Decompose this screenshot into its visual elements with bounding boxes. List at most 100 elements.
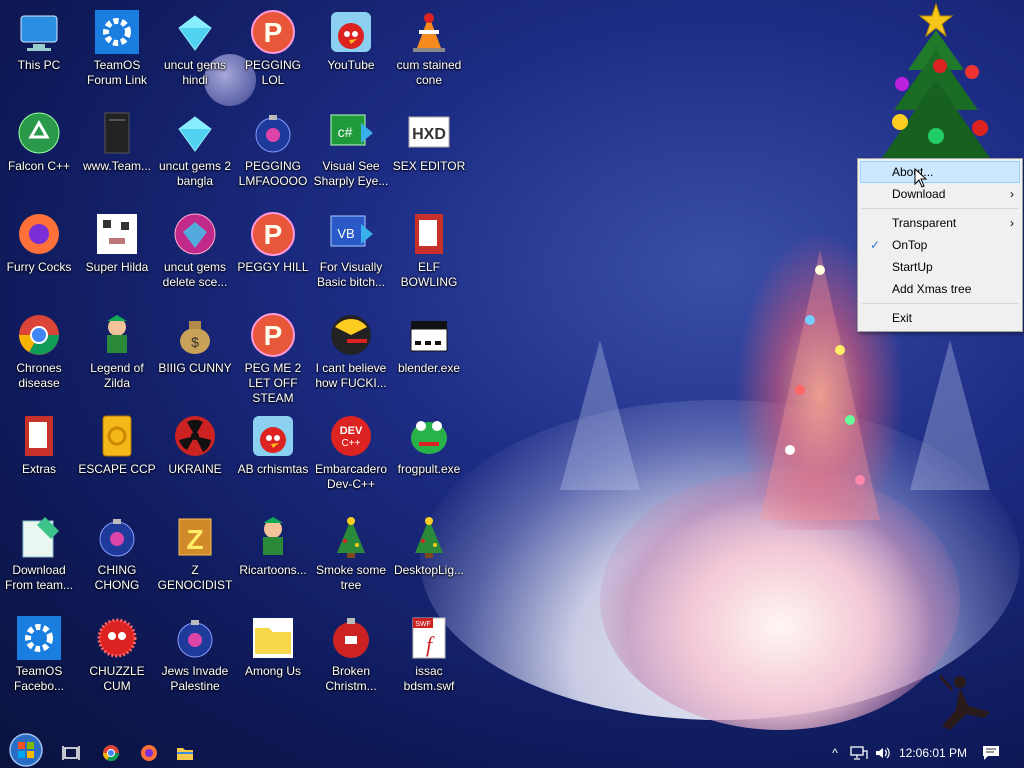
desktop-icon[interactable]: DEV C++ Embarcadero Dev-C++ bbox=[312, 404, 390, 492]
desktop-icon[interactable]: HXD SEX EDITOR bbox=[390, 101, 468, 174]
desktop-icon[interactable]: ELF BOWLING bbox=[390, 202, 468, 290]
desktop-icon[interactable]: Chrones disease bbox=[0, 303, 78, 391]
menu-item-download[interactable]: Download › bbox=[858, 183, 1022, 205]
menu-item-transparent[interactable]: Transparent › bbox=[858, 212, 1022, 234]
desktop-icon[interactable]: P PEGGY HILL bbox=[234, 202, 312, 275]
menu-item-startup[interactable]: StartUp bbox=[858, 256, 1022, 278]
desktop-icon[interactable]: CHUZZLE CUM bbox=[78, 606, 156, 694]
desktop-icon-label: Download From team... bbox=[4, 563, 73, 592]
desktop-icon[interactable]: VB For Visually Basic bitch... bbox=[312, 202, 390, 290]
desktop-icon[interactable]: Among Us bbox=[234, 606, 312, 679]
swf-icon: SWF f bbox=[405, 614, 453, 662]
desktop-icon[interactable]: Smoke some tree bbox=[312, 505, 390, 593]
network-button[interactable] bbox=[848, 740, 870, 766]
desktop-icon[interactable]: Furry Cocks bbox=[0, 202, 78, 275]
gear-icon bbox=[15, 614, 63, 662]
desktop-icon[interactable]: DesktopLig... bbox=[390, 505, 468, 578]
desktop-icon-label: uncut gems delete sce... bbox=[162, 260, 228, 289]
volume-button[interactable] bbox=[872, 740, 894, 766]
desktop-icon[interactable]: I cant believe how FUCKI... bbox=[312, 303, 390, 391]
desktop-icon[interactable]: P PEG ME 2 LET OFF STEAM bbox=[234, 303, 312, 406]
desktop-icon[interactable]: www.Team... bbox=[78, 101, 156, 174]
desktop-icon[interactable]: $ BIIIG CUNNY bbox=[156, 303, 234, 376]
desktop-icon[interactable]: uncut gems delete sce... bbox=[156, 202, 234, 290]
clock[interactable]: 12:06:01 PM bbox=[898, 740, 968, 766]
bomb-icon bbox=[249, 109, 297, 157]
desktop-icon[interactable]: cum stained cone bbox=[390, 0, 468, 88]
menu-item-exit[interactable]: Exit bbox=[858, 307, 1022, 329]
moneybag-icon: $ bbox=[171, 311, 219, 359]
desktop-icon[interactable]: YouTube bbox=[312, 0, 390, 73]
tray-overflow-button[interactable]: ^ bbox=[826, 740, 844, 766]
notification-icon bbox=[983, 746, 999, 760]
desktop-icon[interactable]: This PC bbox=[0, 0, 78, 73]
desktop-icon[interactable]: Ricartoons... bbox=[234, 505, 312, 578]
desktop-icon-label: ESCAPE CCP bbox=[78, 462, 156, 476]
desktop-icon-label: blender.exe bbox=[397, 361, 461, 375]
desktop-icon[interactable]: CHING CHONG bbox=[78, 505, 156, 593]
desktop-icon[interactable]: AB crhismtas bbox=[234, 404, 312, 477]
windows-orb-icon bbox=[9, 733, 43, 767]
desktop-icon[interactable]: Download From team... bbox=[0, 505, 78, 593]
desktop-icon-label: For Visually Basic bitch... bbox=[316, 260, 386, 289]
desktop-icon[interactable]: PEGGING LMFAOOOO bbox=[234, 101, 312, 189]
ornament-icon bbox=[327, 614, 375, 662]
computer-icon bbox=[15, 8, 63, 56]
menu-item-ontop[interactable]: ✓ OnTop bbox=[858, 234, 1022, 256]
chevron-right-icon: › bbox=[1010, 187, 1014, 201]
desktop-icon[interactable]: P PEGGING LOL bbox=[234, 0, 312, 88]
svg-text:HXD: HXD bbox=[412, 126, 446, 143]
desktop-icon[interactable]: frogpult.exe bbox=[390, 404, 468, 477]
desktop-icon-label: Smoke some tree bbox=[315, 563, 387, 592]
desktop-icon[interactable]: TeamOS Forum Link bbox=[78, 0, 156, 88]
desktop-icon-label: YouTube bbox=[327, 58, 375, 72]
book-icon bbox=[15, 412, 63, 460]
desktop-icon[interactable]: TeamOS Facebo... bbox=[0, 606, 78, 694]
desktop-icon-label: TeamOS Facebo... bbox=[13, 664, 65, 693]
network-icon bbox=[850, 746, 868, 760]
frog-icon bbox=[405, 412, 453, 460]
desktop-icon[interactable]: c# Visual See Sharply Eye... bbox=[312, 101, 390, 189]
desktop-icon[interactable]: Z Z GENOCIDIST bbox=[156, 505, 234, 593]
tree-icon bbox=[405, 513, 453, 561]
desktop-icon[interactable]: SWF f issac bdsm.swf bbox=[390, 606, 468, 694]
desktop-icon[interactable]: uncut gems hindi bbox=[156, 0, 234, 88]
desktop-icon[interactable]: blender.exe bbox=[390, 303, 468, 376]
chevron-right-icon: › bbox=[1010, 216, 1014, 230]
zuma-icon: Z bbox=[171, 513, 219, 561]
task-view-button[interactable] bbox=[58, 740, 84, 766]
desktop-icon-label: Embarcadero Dev-C++ bbox=[314, 462, 388, 491]
desktop-icon[interactable]: Jews Invade Palestine bbox=[156, 606, 234, 694]
firefox-taskbar-button[interactable] bbox=[136, 740, 162, 766]
desktop-icon[interactable]: Broken Christm... bbox=[312, 606, 390, 694]
desktop-icon-label: Ricartoons... bbox=[239, 563, 307, 577]
desktop-icon-label: CHING CHONG bbox=[94, 563, 140, 592]
xmas-tree-widget[interactable] bbox=[860, 0, 1000, 160]
desktop-icon[interactable]: ESCAPE CCP bbox=[78, 404, 156, 477]
desktop-icon[interactable]: Legend of Zilda bbox=[78, 303, 156, 391]
devcpp-icon: DEV C++ bbox=[327, 412, 375, 460]
desktop-icon[interactable]: uncut gems 2 bangla bbox=[156, 101, 234, 189]
speaker-icon bbox=[876, 747, 890, 759]
desktop-icon-label: BIIIG CUNNY bbox=[158, 361, 232, 375]
menu-separator bbox=[862, 208, 1018, 209]
desktop-icon[interactable]: Super Hilda bbox=[78, 202, 156, 275]
svg-text:VB: VB bbox=[337, 226, 354, 241]
menu-item-about[interactable]: About... bbox=[860, 161, 1020, 183]
chrome-taskbar-button[interactable] bbox=[98, 740, 124, 766]
diamond-icon bbox=[171, 109, 219, 157]
action-center-button[interactable] bbox=[980, 740, 1002, 766]
svg-text:SWF: SWF bbox=[415, 621, 431, 628]
explorer-taskbar-button[interactable] bbox=[172, 740, 198, 766]
book-icon bbox=[405, 210, 453, 258]
desktop-icon-label: uncut gems 2 bangla bbox=[158, 159, 232, 188]
desktop-icon[interactable]: Extras bbox=[0, 404, 78, 477]
start-button[interactable] bbox=[6, 732, 46, 768]
desktop-icon[interactable]: UKRAINE bbox=[156, 404, 234, 477]
desktop-icon-label: Extras bbox=[21, 462, 56, 476]
eclipse-icon bbox=[327, 311, 375, 359]
desktop-icon-label: Z GENOCIDIST bbox=[157, 563, 233, 592]
menu-item-add-xmas-tree[interactable]: Add Xmas tree bbox=[858, 278, 1022, 300]
desktop-icon-label: issac bdsm.swf bbox=[403, 664, 455, 693]
desktop-icon[interactable]: Falcon C++ bbox=[0, 101, 78, 174]
